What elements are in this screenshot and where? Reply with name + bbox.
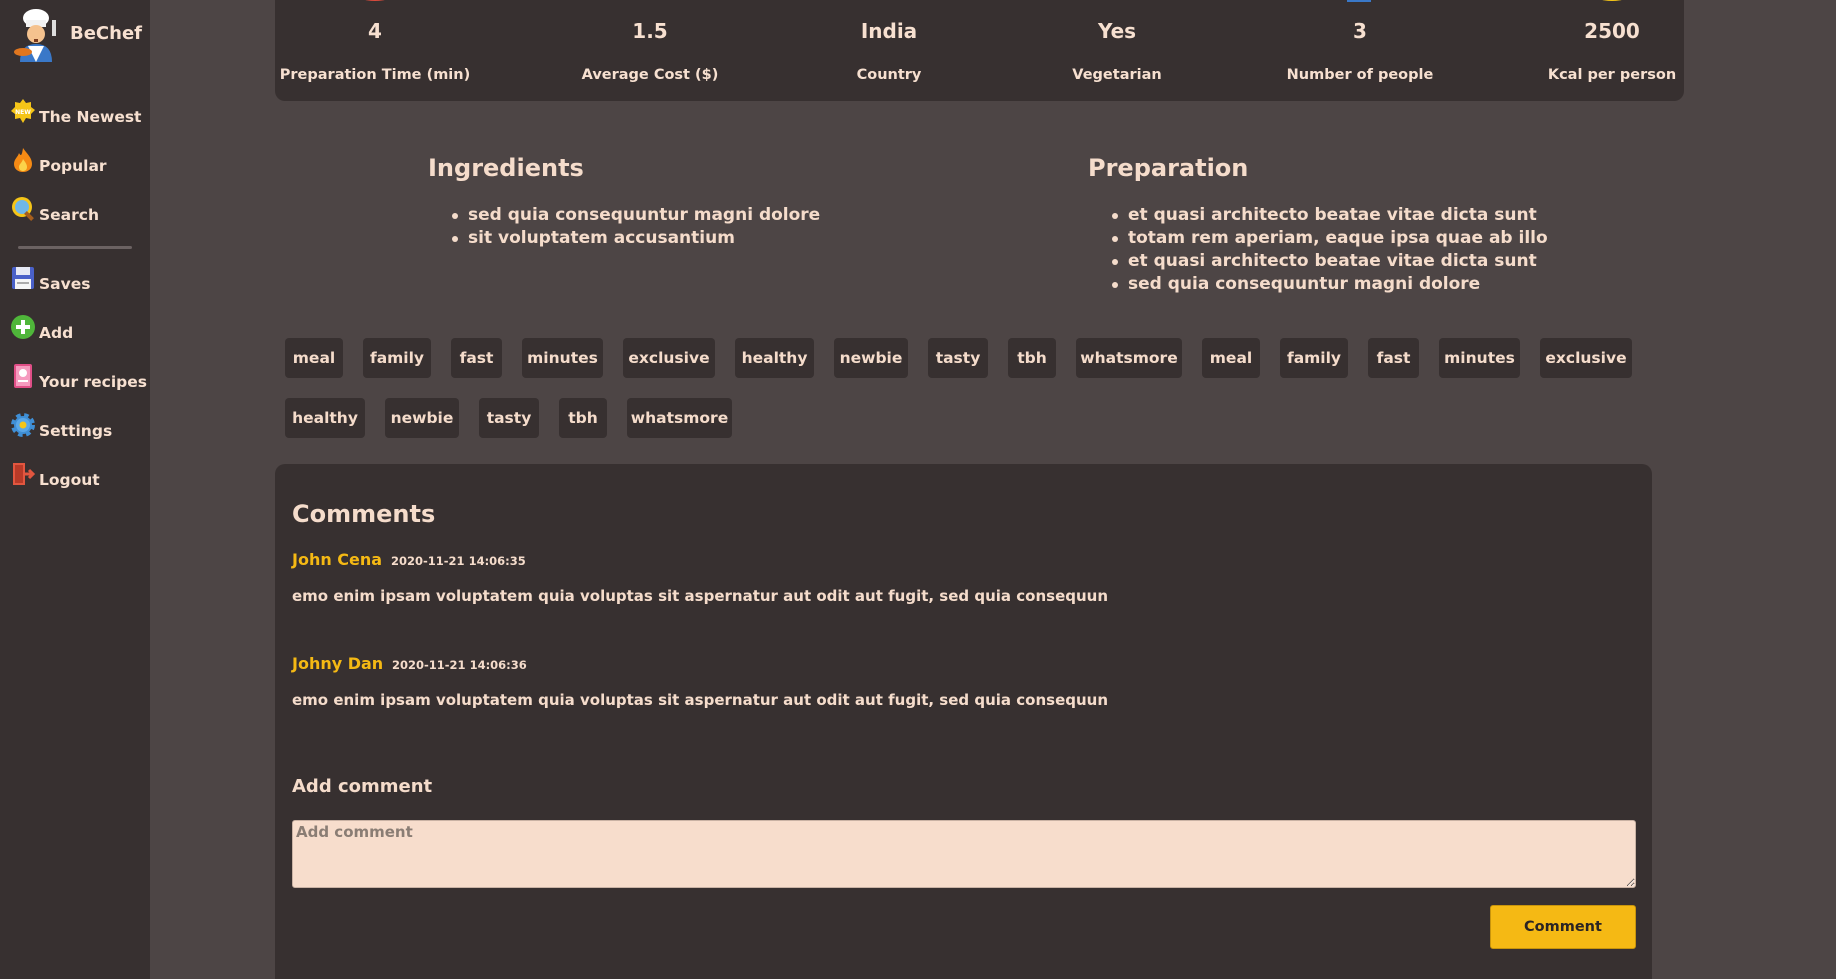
tag[interactable]: tbh [1008, 338, 1056, 378]
stat-value: 2500 [1584, 19, 1640, 43]
tag[interactable]: family [1280, 338, 1348, 378]
comment-author[interactable]: Johny Dan [292, 654, 383, 673]
stats-icons-partial [365, 0, 1622, 2]
stat-label: Average Cost ($) [581, 67, 719, 83]
sidebar-item-label: Settings [39, 422, 113, 440]
sidebar-item-search[interactable]: Search [10, 197, 100, 228]
ingredients-list: sed quia consequuntur magni dolore sit v… [450, 204, 820, 250]
ingredients-title: Ingredients [428, 154, 584, 182]
stat-value: 3 [1353, 19, 1367, 43]
tag[interactable]: tbh [559, 398, 607, 438]
stat-value: 4 [368, 19, 382, 43]
tag[interactable]: exclusive [1540, 338, 1632, 378]
tag[interactable]: tasty [928, 338, 988, 378]
comments-title: Comments [292, 500, 436, 528]
sidebar-item-add[interactable]: Add [10, 315, 74, 346]
sidebar-item-popular[interactable]: Popular [10, 148, 107, 179]
sidebar-item-label: Search [39, 206, 100, 224]
sidebar-item-label: Add [39, 324, 74, 342]
tag[interactable]: healthy [735, 338, 814, 378]
tag[interactable]: minutes [522, 338, 603, 378]
preparation-step: sed quia consequuntur magni dolore [1110, 273, 1548, 296]
preparation-step: totam rem aperiam, eaque ipsa quae ab il… [1110, 227, 1548, 250]
tag[interactable]: whatsmore [1076, 338, 1182, 378]
sidebar-item-label: Saves [39, 275, 91, 293]
door-exit-icon [10, 461, 36, 487]
sidebar-item-label: Logout [39, 471, 100, 489]
sidebar-item-label: Your recipes [39, 373, 148, 391]
stat-value: 1.5 [632, 19, 668, 43]
svg-text:NEW: NEW [15, 109, 31, 116]
sidebar-item-logout[interactable]: Logout [10, 463, 100, 493]
comment-date: 2020-11-21 14:06:36 [392, 658, 527, 672]
tag[interactable]: newbie [385, 398, 459, 438]
chef-logo-icon [6, 6, 66, 66]
add-comment-title: Add comment [292, 776, 433, 797]
stat-label: Kcal per person [1547, 67, 1677, 83]
preparation-title: Preparation [1088, 154, 1249, 182]
magnifier-icon [10, 196, 36, 222]
brand[interactable]: BeChef [6, 6, 142, 66]
stat-label: Vegetarian [1072, 67, 1162, 83]
stat-value: Yes [1097, 19, 1137, 43]
sidebar-item-the-newest[interactable]: NEW The Newest [10, 99, 142, 130]
preparation-step: et quasi architecto beatae vitae dicta s… [1110, 250, 1548, 273]
comment-text: emo enim ipsam voluptatem quia voluptas … [292, 691, 1109, 709]
sidebar-item-settings[interactable]: Settings [10, 413, 113, 444]
tag[interactable]: tasty [479, 398, 539, 438]
tag[interactable]: fast [1368, 338, 1419, 378]
preparation-list: et quasi architecto beatae vitae dicta s… [1110, 204, 1548, 296]
recipe-stats-panel: 4 Preparation Time (min) 1.5 Average Cos… [275, 0, 1684, 101]
stat-label: Country [856, 67, 922, 83]
brand-name: BeChef [70, 22, 142, 44]
comment-submit-button[interactable]: Comment [1490, 905, 1636, 949]
comments-panel: Comments John Cena 2020-11-21 14:06:35 e… [275, 464, 1652, 979]
floppy-disk-icon [10, 265, 36, 291]
tag[interactable]: whatsmore [627, 398, 732, 438]
tag[interactable]: fast [451, 338, 502, 378]
stat-label: Preparation Time (min) [279, 67, 471, 83]
comment-input[interactable] [292, 820, 1636, 888]
tag[interactable]: meal [285, 338, 343, 378]
ingredient-item: sit voluptatem accusantium [450, 227, 820, 250]
ingredient-item: sed quia consequuntur magni dolore [450, 204, 820, 227]
stat-value: India [860, 19, 918, 43]
tag[interactable]: healthy [285, 398, 365, 438]
sidebar: BeChef NEW The Newest Popular Search Sav… [0, 0, 150, 979]
comment-text: emo enim ipsam voluptatem quia voluptas … [292, 587, 1109, 605]
comment-author[interactable]: John Cena [292, 550, 382, 569]
fire-icon [10, 147, 36, 173]
preparation-step: et quasi architecto beatae vitae dicta s… [1110, 204, 1548, 227]
sidebar-item-label: Popular [39, 157, 107, 175]
sidebar-item-saves[interactable]: Saves [10, 267, 91, 297]
plus-circle-icon [10, 314, 36, 340]
tag[interactable]: exclusive [623, 338, 715, 378]
stat-label: Number of people [1286, 67, 1434, 83]
recipe-book-icon [10, 363, 36, 389]
sidebar-item-label: The Newest [39, 108, 142, 126]
tag[interactable]: minutes [1439, 338, 1520, 378]
tag[interactable]: newbie [834, 338, 908, 378]
sidebar-item-your-recipes[interactable]: Your recipes [10, 364, 148, 395]
tag[interactable]: meal [1202, 338, 1260, 378]
sidebar-divider [18, 246, 132, 249]
new-badge-icon: NEW [10, 98, 36, 124]
tag[interactable]: family [363, 338, 431, 378]
gear-icon [10, 412, 36, 438]
comment-date: 2020-11-21 14:06:35 [391, 554, 526, 568]
